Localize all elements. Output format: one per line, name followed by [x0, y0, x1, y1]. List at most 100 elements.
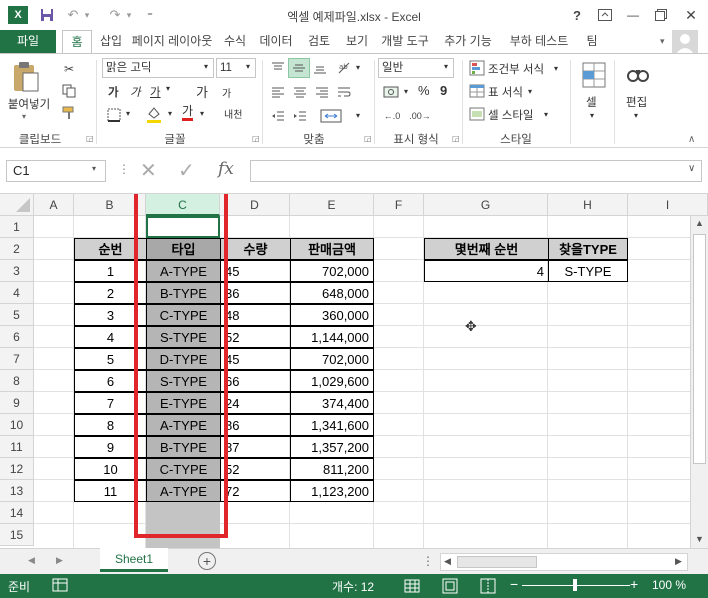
- row-header[interactable]: 3: [0, 260, 34, 282]
- table-header-qty[interactable]: 수량: [220, 238, 291, 260]
- table-cell-amount[interactable]: 360,000: [290, 304, 374, 326]
- lookup-header-type[interactable]: 찾을TYPE: [548, 238, 628, 260]
- borders-dropdown-icon[interactable]: ▾: [126, 109, 130, 118]
- font-size-dropdown-icon[interactable]: ▾: [246, 62, 250, 71]
- tab-insert[interactable]: 삽입: [94, 30, 128, 54]
- next-sheet-icon[interactable]: ▶: [56, 555, 63, 566]
- row-header[interactable]: 4: [0, 282, 34, 304]
- table-cell-qty[interactable]: 87: [220, 436, 291, 458]
- bold-button[interactable]: 가: [108, 84, 119, 100]
- align-middle-icon[interactable]: [288, 58, 310, 78]
- font-color-dropdown-icon[interactable]: ▾: [200, 109, 204, 118]
- shrink-font-button[interactable]: 가: [222, 85, 231, 100]
- grow-font-button[interactable]: 가: [196, 82, 208, 101]
- font-launcher-icon[interactable]: ◲: [252, 134, 260, 143]
- expand-formula-bar-icon[interactable]: ∨: [688, 163, 695, 174]
- cut-icon[interactable]: ✂: [60, 60, 78, 78]
- avatar[interactable]: [672, 30, 698, 54]
- font-name-dropdown-icon[interactable]: ▾: [204, 62, 208, 71]
- scroll-left-icon[interactable]: ◀: [444, 556, 451, 567]
- lookup-header-nth[interactable]: 몇번째 순번: [424, 238, 549, 260]
- table-cell-qty[interactable]: 52: [220, 326, 291, 348]
- decrease-indent-icon[interactable]: [268, 106, 288, 126]
- tab-team[interactable]: 팀: [578, 30, 606, 54]
- table-cell-amount[interactable]: 374,400: [290, 392, 374, 414]
- formula-bar-resize-icon[interactable]: ⋮: [118, 162, 130, 176]
- column-header-a[interactable]: A: [34, 194, 74, 216]
- format-as-table-button[interactable]: 표 서식: [488, 84, 523, 100]
- page-layout-view-icon[interactable]: [442, 578, 458, 594]
- cell-styles-button[interactable]: 셀 스타일: [488, 107, 534, 123]
- table-cell-qty[interactable]: 66: [220, 370, 291, 392]
- underline-button[interactable]: 가: [150, 84, 161, 100]
- orientation-icon[interactable]: ab: [334, 58, 354, 78]
- cells-dropdown-icon[interactable]: ▾: [590, 111, 594, 120]
- row-header[interactable]: 11: [0, 436, 34, 458]
- row-header[interactable]: 12: [0, 458, 34, 480]
- wrap-text-icon[interactable]: [334, 82, 354, 102]
- table-cell-amount[interactable]: 1,144,000: [290, 326, 374, 348]
- collapse-ribbon-icon[interactable]: ∧: [688, 134, 695, 145]
- row-header[interactable]: 5: [0, 304, 34, 326]
- name-box[interactable]: C1: [6, 160, 106, 182]
- tab-add-ins[interactable]: 추가 기능: [438, 30, 498, 54]
- cell-styles-icon[interactable]: [468, 105, 486, 123]
- cell-styles-dropdown-icon[interactable]: ▾: [544, 110, 548, 119]
- column-header-g[interactable]: G: [424, 194, 548, 216]
- minimize-button[interactable]: —: [622, 4, 644, 26]
- number-launcher-icon[interactable]: ◲: [452, 134, 460, 143]
- table-cell-qty[interactable]: 45: [220, 348, 291, 370]
- prev-sheet-icon[interactable]: ◀: [28, 555, 35, 566]
- merge-dropdown-icon[interactable]: ▾: [356, 111, 360, 120]
- lookup-value-nth[interactable]: 4: [424, 260, 549, 282]
- add-sheet-button[interactable]: +: [198, 552, 216, 570]
- horizontal-scrollbar[interactable]: ◀ ▶: [440, 553, 688, 571]
- scroll-up-icon[interactable]: ▲: [695, 218, 704, 228]
- paste-dropdown-icon[interactable]: ▾: [22, 112, 26, 121]
- column-header-d[interactable]: D: [220, 194, 290, 216]
- format-painter-icon[interactable]: [60, 104, 78, 122]
- table-cell-qty[interactable]: 52: [220, 458, 291, 480]
- paste-icon[interactable]: [10, 60, 42, 94]
- vertical-scroll-thumb[interactable]: [693, 234, 706, 464]
- row-header[interactable]: 1: [0, 216, 34, 238]
- column-header-e[interactable]: E: [290, 194, 374, 216]
- zoom-out-button[interactable]: −: [510, 576, 518, 592]
- increase-decimal-icon[interactable]: ←.0: [380, 106, 404, 126]
- table-cell-amount[interactable]: 648,000: [290, 282, 374, 304]
- table-cell-qty[interactable]: 48: [220, 304, 291, 326]
- ribbon-display-options-icon[interactable]: [594, 4, 616, 26]
- table-cell-qty[interactable]: 36: [220, 282, 291, 304]
- scroll-down-icon[interactable]: ▼: [695, 534, 704, 544]
- table-cell-qty[interactable]: 72: [220, 480, 291, 502]
- decrease-decimal-icon[interactable]: .00→: [408, 106, 432, 126]
- table-cell-amount[interactable]: 702,000: [290, 260, 374, 282]
- column-header-f[interactable]: F: [374, 194, 424, 216]
- account-dropdown-icon[interactable]: ▾: [660, 36, 665, 47]
- tab-home[interactable]: 홈: [62, 30, 92, 54]
- column-header-h[interactable]: H: [548, 194, 628, 216]
- paste-button[interactable]: 붙여넣기: [6, 96, 52, 112]
- zoom-in-button[interactable]: +: [630, 576, 638, 592]
- zoom-level[interactable]: 100 %: [652, 578, 686, 592]
- underline-dropdown-icon[interactable]: ▾: [166, 84, 170, 93]
- row-header[interactable]: 6: [0, 326, 34, 348]
- table-cell-qty[interactable]: 45: [220, 260, 291, 282]
- align-left-icon[interactable]: [268, 82, 288, 102]
- tab-file[interactable]: 파일: [0, 30, 56, 54]
- row-header[interactable]: 10: [0, 414, 34, 436]
- number-format-select[interactable]: 일반: [378, 58, 454, 78]
- copy-icon[interactable]: [60, 82, 78, 100]
- tab-developer[interactable]: 개발 도구: [376, 30, 434, 54]
- row-header[interactable]: 15: [0, 524, 34, 546]
- number-format-dropdown-icon[interactable]: ▾: [444, 62, 448, 71]
- formula-input[interactable]: [250, 160, 702, 182]
- align-right-icon[interactable]: [312, 82, 332, 102]
- row-header[interactable]: 2: [0, 238, 34, 260]
- row-header[interactable]: 7: [0, 348, 34, 370]
- borders-icon[interactable]: [104, 106, 124, 124]
- horizontal-scroll-thumb[interactable]: [457, 556, 537, 568]
- row-header[interactable]: 8: [0, 370, 34, 392]
- row-header[interactable]: 14: [0, 502, 34, 524]
- close-button[interactable]: ✕: [680, 4, 702, 26]
